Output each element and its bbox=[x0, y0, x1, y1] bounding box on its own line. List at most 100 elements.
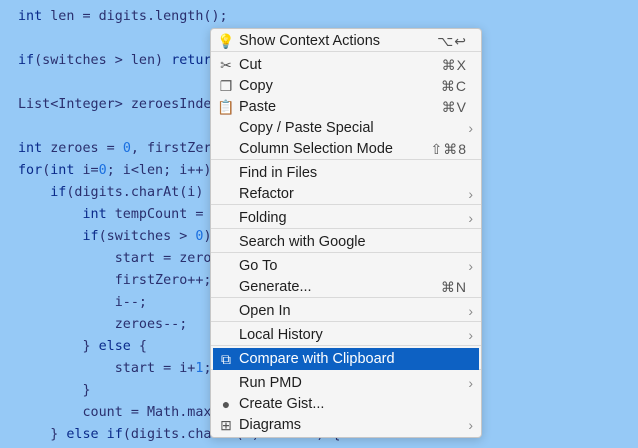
code-token: int bbox=[18, 141, 43, 156]
menu-item-label: Run PMD bbox=[239, 375, 302, 391]
clipboard-icon: 📋 bbox=[217, 98, 235, 115]
menu-item-label: Open In bbox=[239, 303, 291, 319]
chevron-right-icon: › bbox=[468, 186, 473, 202]
menu-item-show-context-actions[interactable]: 💡 Show Context Actions ⌥↩ bbox=[213, 30, 479, 52]
menu-item-shortcut: ⌘V bbox=[441, 98, 467, 115]
menu-item-copy[interactable]: ❐ Copy ⌘C bbox=[213, 75, 479, 97]
menu-item-label: Go To bbox=[239, 258, 278, 274]
menu-item-local-history[interactable]: Local History › bbox=[213, 324, 479, 346]
code-token: ; i<len; i++) bbox=[106, 163, 212, 178]
chevron-right-icon: › bbox=[468, 210, 473, 226]
menu-item-generate[interactable]: Generate... ⌘N bbox=[213, 276, 479, 298]
code-token: else bbox=[98, 339, 131, 354]
menu-item-label: Show Context Actions bbox=[239, 33, 381, 49]
menu-item-label: Find in Files bbox=[239, 165, 318, 181]
code-line[interactable]: } bbox=[18, 380, 91, 402]
code-line[interactable]: zeroes--; bbox=[18, 314, 188, 336]
code-token: zeroes--; bbox=[18, 317, 188, 332]
code-token: (switches > len) bbox=[34, 53, 172, 68]
menu-item-label: Local History bbox=[239, 327, 323, 343]
code-token: len = digits.length(); bbox=[42, 9, 228, 24]
menu-item-shortcut: ⌘N bbox=[440, 278, 467, 295]
code-token: (switches > bbox=[98, 229, 196, 244]
menu-item-find-in-files[interactable]: Find in Files bbox=[213, 162, 479, 184]
chevron-right-icon: › bbox=[468, 375, 473, 391]
chevron-right-icon: › bbox=[468, 327, 473, 343]
menu-item-search-with-google[interactable]: Search with Google bbox=[213, 231, 479, 253]
menu-item-label: Folding bbox=[239, 210, 287, 226]
code-token: } bbox=[18, 339, 99, 354]
chevron-right-icon: › bbox=[468, 120, 473, 136]
code-line[interactable]: start = zeroe bbox=[18, 248, 220, 270]
code-token: firstZero++; bbox=[18, 273, 212, 288]
menu-item-label: Generate... bbox=[239, 279, 312, 295]
code-line[interactable]: if(digits.charAt(i) = bbox=[18, 182, 220, 204]
code-token: { bbox=[130, 339, 147, 354]
menu-item-label: Cut bbox=[239, 57, 262, 73]
lightbulb-icon: 💡 bbox=[217, 32, 235, 49]
diagrams-icon: ⊞ bbox=[220, 416, 232, 433]
code-token: if bbox=[18, 185, 67, 200]
code-token: else if bbox=[66, 427, 123, 442]
code-token: start = i+ bbox=[18, 361, 196, 376]
code-token: if bbox=[18, 53, 35, 68]
code-token: i--; bbox=[18, 295, 147, 310]
code-token: start = zeroe bbox=[18, 251, 220, 266]
code-line[interactable]: if(switches > len) return bbox=[18, 50, 220, 72]
code-token: int bbox=[18, 9, 43, 24]
menu-item-diagrams[interactable]: ⊞ Diagrams › bbox=[213, 414, 479, 436]
menu-item-label: Copy / Paste Special bbox=[239, 120, 374, 136]
context-menu: 💡 Show Context Actions ⌥↩ ✂ Cut ⌘X ❐ Copy ⌘C 📋 Pas… bbox=[210, 28, 482, 438]
code-line[interactable]: if(switches > 0) bbox=[18, 226, 211, 248]
compare-clipboard-icon: ⧉ bbox=[221, 350, 231, 367]
code-line[interactable]: start = i+1; bbox=[18, 358, 212, 380]
menu-item-compare-with-clipboard[interactable]: ⧉ Compare with Clipboard bbox=[213, 348, 479, 370]
code-line[interactable]: } else { bbox=[18, 336, 147, 358]
menu-item-label: Compare with Clipboard bbox=[239, 351, 395, 367]
menu-item-shortcut: ⌘C bbox=[440, 77, 467, 94]
code-line[interactable]: int len = digits.length(); bbox=[18, 6, 228, 28]
code-token: tempCount = i bbox=[106, 207, 220, 222]
menu-item-label: Create Gist... bbox=[239, 396, 325, 412]
menu-item-label: Diagrams bbox=[239, 417, 302, 433]
menu-item-cut[interactable]: ✂ Cut ⌘X bbox=[213, 54, 479, 76]
code-line[interactable]: firstZero++; bbox=[18, 270, 212, 292]
code-line[interactable]: i--; bbox=[18, 292, 147, 314]
menu-item-folding[interactable]: Folding › bbox=[213, 207, 479, 229]
menu-item-create-gist[interactable]: ● Create Gist... bbox=[213, 393, 479, 415]
menu-item-run-pmd[interactable]: Run PMD › bbox=[213, 372, 479, 394]
menu-item-paste[interactable]: 📋 Paste ⌘V bbox=[213, 96, 479, 118]
code-token: int bbox=[50, 163, 75, 178]
scissors-icon: ✂ bbox=[220, 56, 232, 73]
code-token: , firstZero bbox=[130, 141, 220, 156]
menu-item-label: Copy bbox=[239, 78, 273, 94]
chevron-right-icon: › bbox=[468, 258, 473, 274]
code-token: (digits.charAt(i) = bbox=[66, 185, 220, 200]
code-line[interactable]: for(int i=0; i<len; i++) bbox=[18, 160, 212, 182]
menu-item-refactor[interactable]: Refactor › bbox=[213, 183, 479, 205]
code-token: } bbox=[18, 383, 91, 398]
chevron-right-icon: › bbox=[468, 417, 473, 433]
menu-item-label: Paste bbox=[239, 99, 277, 115]
menu-item-shortcut: ⌘X bbox=[441, 56, 467, 73]
code-token: 0 bbox=[98, 163, 107, 178]
menu-item-go-to[interactable]: Go To › bbox=[213, 255, 479, 277]
menu-item-column-selection-mode[interactable]: Column Selection Mode ⇧⌘8 bbox=[213, 138, 479, 160]
code-line[interactable]: int zeroes = 0, firstZero bbox=[18, 138, 220, 160]
menu-item-shortcut: ⌥↩ bbox=[437, 32, 467, 49]
menu-item-label: Column Selection Mode bbox=[239, 141, 393, 157]
code-line[interactable]: count = Math.max( bbox=[18, 402, 219, 424]
code-token: i= bbox=[74, 163, 99, 178]
code-token: List<Integer> zeroesIndex bbox=[18, 97, 220, 112]
chevron-right-icon: › bbox=[468, 303, 473, 319]
code-token: for bbox=[18, 163, 43, 178]
menu-item-label: Refactor bbox=[239, 186, 294, 202]
code-line[interactable]: List<Integer> zeroesIndex bbox=[18, 94, 220, 116]
menu-item-label: Search with Google bbox=[239, 234, 366, 250]
copy-icon: ❐ bbox=[219, 77, 233, 94]
menu-item-copy-paste-special[interactable]: Copy / Paste Special › bbox=[213, 117, 479, 139]
menu-item-shortcut: ⇧⌘8 bbox=[430, 140, 467, 157]
code-token: if bbox=[18, 229, 99, 244]
code-line[interactable]: int tempCount = i bbox=[18, 204, 220, 226]
menu-item-open-in[interactable]: Open In › bbox=[213, 300, 479, 322]
